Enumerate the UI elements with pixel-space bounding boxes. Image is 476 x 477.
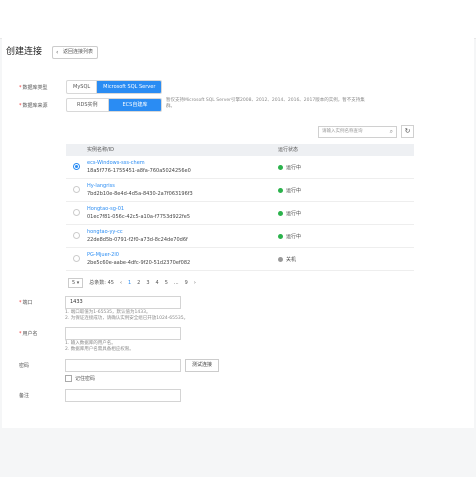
page-2[interactable]: 2 (137, 278, 140, 288)
page-4[interactable]: 4 (156, 278, 159, 288)
next-page-button[interactable]: › (194, 278, 196, 288)
running-status-icon (278, 188, 283, 193)
db-source-hint: 暂仅支持Microsoft SQL Server引擎2008、2012、2014… (166, 98, 365, 109)
remark-label: 备注 (19, 393, 30, 399)
prev-page-button[interactable]: ‹ (120, 278, 122, 288)
top-bar (0, 0, 476, 39)
password-label: 密码 (19, 363, 30, 369)
instance-table: 实例名称/ID 运行状态 ecs-Windows-sss-chem 18a5f7… (66, 144, 414, 271)
row-radio[interactable] (73, 186, 80, 193)
col-name-header: 实例名称/ID (87, 147, 115, 153)
status-cell: 运行中 (278, 164, 301, 171)
row-radio[interactable] (73, 209, 80, 216)
instance-id: 01ec7f81-056c-42c5-a10a-f7753d922fe5 (87, 214, 191, 220)
instance-id: 2be5c60e-aabe-4dfc-9f20-51d2370ef082 (87, 260, 191, 266)
instance-name[interactable]: ecs-Windows-sss-chem (87, 160, 145, 166)
back-label: 返回连接列表 (63, 49, 94, 55)
db-source-rds[interactable]: RDS实例 (67, 99, 109, 111)
instance-name[interactable]: PG-Mjuer-2l0 (87, 252, 119, 258)
required-mark: * (19, 103, 22, 109)
row-radio[interactable] (73, 255, 80, 262)
username-hint-2: 2. 数据库用户名需具备相应权限。 (65, 347, 134, 352)
instance-id: 7bd2b10e-8e4d-4d5a-8430-2a7f063196f3 (87, 191, 193, 197)
username-input[interactable] (65, 327, 181, 340)
checkbox-box[interactable] (65, 375, 72, 382)
table-row[interactable]: ecs-Windows-sss-chem 18a5f776-1755451-a8… (66, 156, 414, 179)
required-mark: * (19, 85, 22, 91)
table-row[interactable]: Hy-langriss 7bd2b10e-8e4d-4d5a-8430-2a7f… (66, 179, 414, 202)
pagination: 5 ▾ 总条数: 45 ‹ 1 2 3 4 5 ... 9 › (68, 278, 196, 288)
search-placeholder: 请输入实例名称查询 (322, 129, 363, 134)
port-input[interactable]: 1433 (65, 296, 181, 309)
stopped-status-icon (278, 257, 283, 262)
remark-input[interactable] (65, 389, 181, 402)
page-title: 创建连接 (6, 47, 43, 57)
db-source-switch: RDS实例 ECS自建库 (66, 98, 163, 112)
page-5[interactable]: 5 (165, 278, 168, 288)
chevron-left-icon: ‹ (56, 49, 59, 56)
instance-id: 18a5f776-1755451-a8fa-760a5024256e0 (87, 168, 191, 174)
row-radio[interactable] (73, 163, 80, 170)
status-cell: 运行中 (278, 233, 301, 240)
status-cell: 运行中 (278, 187, 301, 194)
table-row[interactable]: hongtao-yy-cc 22de8d5b-0791-f2f0-a73d-8c… (66, 225, 414, 248)
total-count: 总条数: 45 (89, 280, 114, 286)
table-header: 实例名称/ID 运行状态 (66, 144, 414, 156)
table-row[interactable]: PG-Mjuer-2l0 2be5c60e-aabe-4dfc-9f20-51d… (66, 248, 414, 271)
status-cell: 运行中 (278, 210, 301, 217)
page-1[interactable]: 1 (128, 278, 131, 288)
row-radio[interactable] (73, 232, 80, 239)
port-hint-2: 2. 为保证连接成功，请确认实例安全组已开放1024-65535。 (65, 316, 189, 321)
test-connection-button[interactable]: 测试连接 (185, 359, 220, 372)
db-source-label: *数据库来源 (19, 103, 48, 109)
refresh-icon[interactable]: ↻ (401, 125, 414, 138)
running-status-icon (278, 234, 283, 239)
running-status-icon (278, 211, 283, 216)
password-input[interactable] (65, 359, 181, 372)
db-type-switch: MySQL Microsoft SQL Server (66, 80, 163, 94)
db-source-ecs[interactable]: ECS自建库 (108, 99, 162, 111)
page-ellipsis: ... (173, 280, 179, 286)
username-label: *用户名 (19, 331, 38, 337)
db-type-sqlserver[interactable]: Microsoft SQL Server (97, 81, 162, 93)
instance-name[interactable]: Hongtao-sg-01 (87, 206, 124, 212)
search-icon[interactable]: ⌕ (390, 127, 393, 137)
required-mark: * (19, 331, 22, 337)
page-9[interactable]: 9 (185, 278, 188, 288)
remember-password-checkbox[interactable]: 记住密码 (65, 375, 95, 382)
instance-name[interactable]: Hy-langriss (87, 183, 115, 189)
back-to-list-button[interactable]: ‹ 返回连接列表 (52, 46, 99, 59)
db-type-label: *数据库类型 (19, 85, 48, 91)
status-cell: 关机 (278, 256, 296, 263)
table-row[interactable]: Hongtao-sg-01 01ec7f81-056c-42c5-a10a-f7… (66, 202, 414, 225)
instance-name[interactable]: hongtao-yy-cc (87, 229, 123, 235)
col-status-header: 运行状态 (278, 147, 299, 153)
db-type-mysql[interactable]: MySQL (67, 81, 98, 93)
instance-id: 22de8d5b-0791-f2f0-a73d-8c24de70d6f (87, 237, 188, 243)
running-status-icon (278, 165, 283, 170)
port-label: *端口 (19, 300, 33, 306)
instance-search-input[interactable]: 请输入实例名称查询 ⌕ (318, 126, 397, 138)
page-size-select[interactable]: 5 ▾ (68, 278, 84, 288)
required-mark: * (19, 300, 22, 306)
page-3[interactable]: 3 (146, 278, 149, 288)
